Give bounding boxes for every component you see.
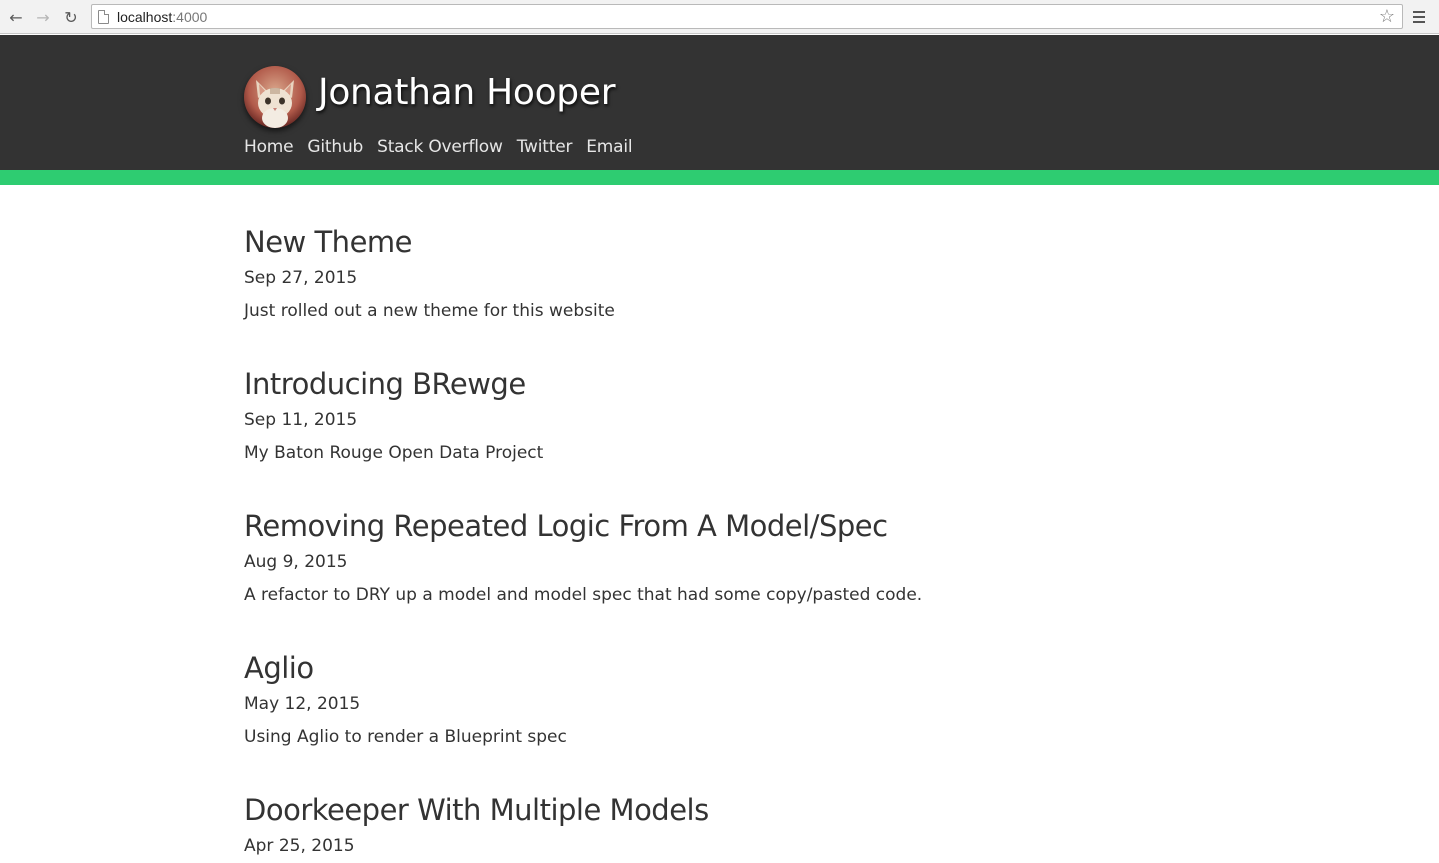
post-date: Aug 9, 2015: [244, 552, 348, 572]
browser-menu-icon[interactable]: [1413, 7, 1429, 27]
post-date: May 12, 2015: [244, 694, 361, 714]
post-title[interactable]: New Theme: [244, 224, 1144, 260]
post-item: Removing Repeated Logic From A Model/Spe…: [244, 508, 1144, 605]
post-item: New Theme Sep 27, 2015 Just rolled out a…: [244, 224, 1144, 321]
bookmark-star-icon[interactable]: ☆: [1379, 6, 1395, 27]
post-title[interactable]: Doorkeeper With Multiple Models: [244, 792, 1144, 828]
nav-link-home[interactable]: Home: [244, 137, 294, 157]
browser-toolbar: ← → ↻ localhost:4000 ☆: [0, 0, 1439, 34]
site-header: [0, 35, 1439, 170]
reload-icon[interactable]: ↻: [60, 6, 82, 28]
nav-link-stack-overflow[interactable]: Stack Overflow: [377, 137, 503, 157]
avatar[interactable]: [244, 66, 306, 128]
post-date: Sep 11, 2015: [244, 410, 358, 430]
post-summary: Just rolled out a new theme for this web…: [244, 301, 615, 321]
page-icon: [98, 9, 109, 24]
nav-link-email[interactable]: Email: [586, 137, 632, 157]
nav-link-twitter[interactable]: Twitter: [517, 137, 573, 157]
post-summary: A refactor to DRY up a model and model s…: [244, 585, 923, 605]
cat-avatar-icon: [244, 66, 306, 128]
post-summary: My Baton Rouge Open Data Project: [244, 443, 544, 463]
forward-arrow-icon[interactable]: →: [32, 6, 54, 28]
post-title[interactable]: Aglio: [244, 650, 1144, 686]
post-title[interactable]: Removing Repeated Logic From A Model/Spe…: [244, 508, 1144, 544]
post-item: Doorkeeper With Multiple Models Apr 25, …: [244, 792, 1144, 856]
post-date: Sep 27, 2015: [244, 268, 358, 288]
post-date: Apr 25, 2015: [244, 836, 355, 856]
post-item: Introducing BRewge Sep 11, 2015 My Baton…: [244, 366, 1144, 463]
url-port: :4000: [172, 8, 208, 25]
post-summary: Using Aglio to render a Blueprint spec: [244, 727, 567, 747]
accent-bar: [0, 170, 1439, 185]
nav-link-github[interactable]: Github: [307, 137, 363, 157]
post-item: Aglio May 12, 2015 Using Aglio to render…: [244, 650, 1144, 747]
site-nav: Home Github Stack Overflow Twitter Email: [244, 137, 633, 157]
site-title[interactable]: Jonathan Hooper: [318, 72, 616, 113]
back-arrow-icon[interactable]: ←: [5, 6, 27, 28]
post-title[interactable]: Introducing BRewge: [244, 366, 1144, 402]
url-host: localhost: [117, 8, 173, 25]
address-bar[interactable]: localhost:4000 ☆: [91, 4, 1403, 29]
